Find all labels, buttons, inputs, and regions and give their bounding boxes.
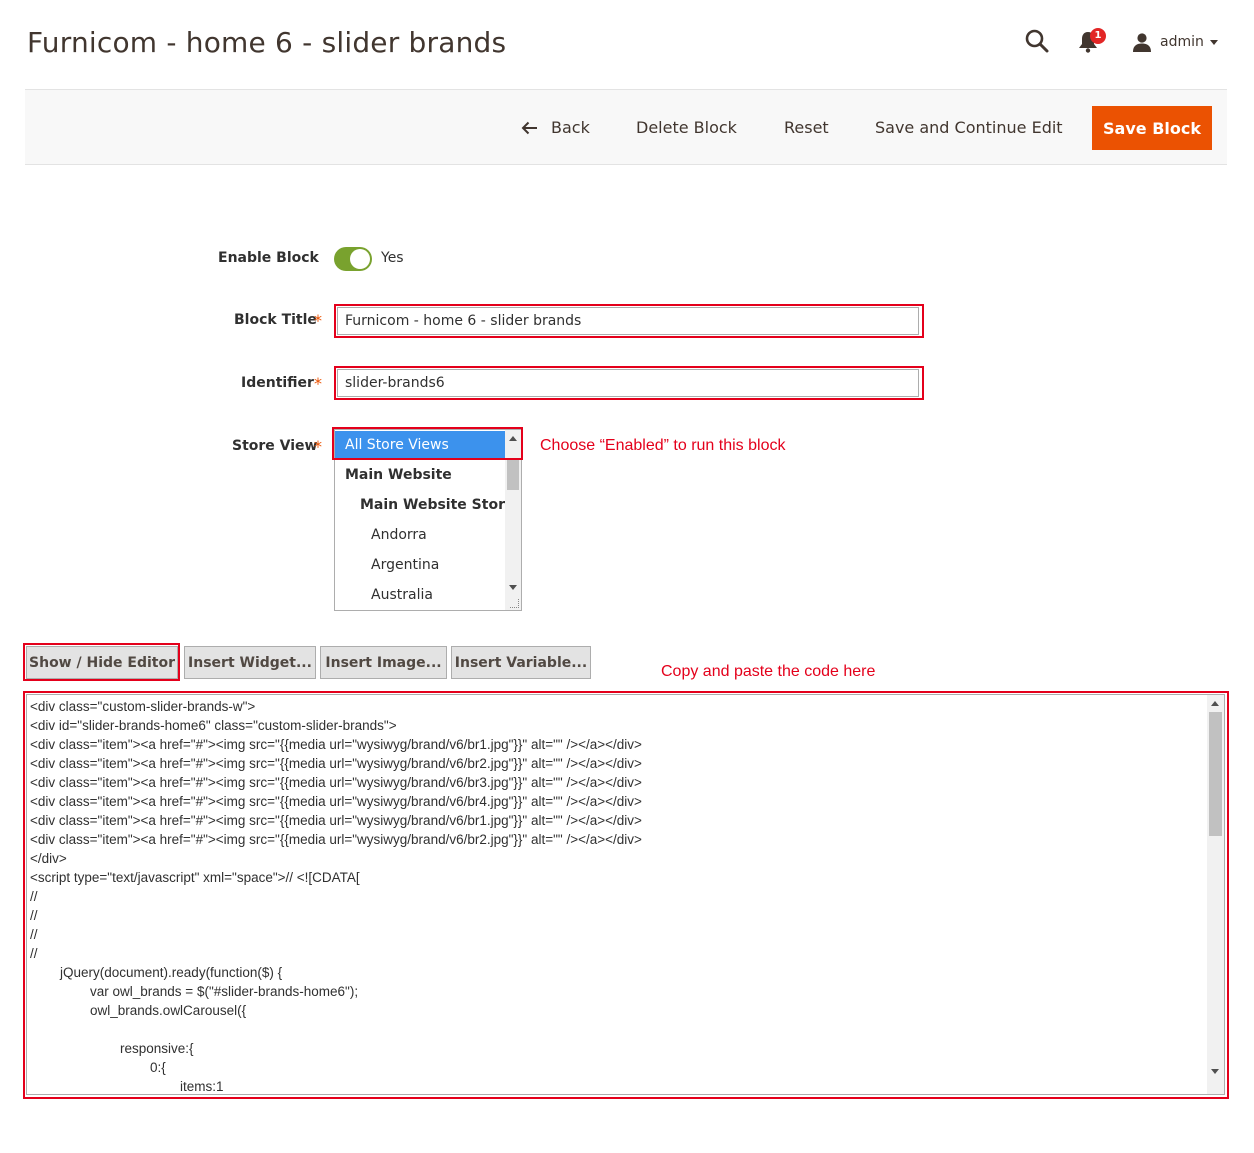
user-name: admin xyxy=(1160,34,1204,50)
page-actions-bar: Back Delete Block Reset Save and Continu… xyxy=(25,89,1227,165)
scrollbar-thumb[interactable] xyxy=(1209,712,1222,836)
user-menu[interactable]: admin xyxy=(1132,30,1218,54)
header-actions: 1 admin xyxy=(1020,26,1230,56)
reset-button[interactable]: Reset xyxy=(784,106,829,150)
identifier-input[interactable] xyxy=(337,369,919,397)
delete-block-button[interactable]: Delete Block xyxy=(636,106,737,150)
store-view-option-andorra[interactable]: Andorra xyxy=(335,520,521,550)
content-code[interactable]: <div class="custom-slider-brands-w"> <di… xyxy=(30,697,1205,1094)
required-icon: * xyxy=(314,437,322,456)
identifier-label: Identifier xyxy=(241,375,314,391)
required-icon: * xyxy=(314,311,322,330)
enable-block-label: Enable Block xyxy=(218,250,319,266)
store-view-option-australia[interactable]: Australia xyxy=(335,580,521,610)
store-view-option-argentina[interactable]: Argentina xyxy=(335,550,521,580)
scroll-down-icon[interactable] xyxy=(1211,1069,1219,1074)
store-view-option-main-website[interactable]: Main Website xyxy=(335,460,515,490)
required-icon: * xyxy=(314,374,322,393)
save-block-button[interactable]: Save Block xyxy=(1092,106,1212,150)
store-view-label: Store View xyxy=(232,438,318,454)
enable-block-toggle[interactable] xyxy=(334,247,372,271)
content-scrollbar[interactable] xyxy=(1207,695,1224,1094)
caret-down-icon xyxy=(1209,39,1218,45)
back-button[interactable]: Back xyxy=(521,106,590,150)
scroll-up-icon[interactable] xyxy=(1211,701,1219,706)
block-title-input[interactable] xyxy=(337,307,919,335)
code-annotation: Copy and paste the code here xyxy=(661,663,876,680)
user-icon xyxy=(1133,33,1151,52)
insert-widget-button[interactable]: Insert Widget... xyxy=(184,646,316,679)
search-icon[interactable] xyxy=(1024,28,1050,54)
resize-grip-icon[interactable] xyxy=(510,599,519,608)
store-view-annotation: Choose “Enabled” to run this block xyxy=(540,437,786,454)
back-label: Back xyxy=(551,118,590,137)
enable-block-value: Yes xyxy=(381,250,404,266)
store-view-option-all[interactable]: All Store Views xyxy=(335,431,515,459)
content-textarea[interactable]: <div class="custom-slider-brands-w"> <di… xyxy=(26,694,1225,1095)
scroll-up-icon[interactable] xyxy=(509,436,517,441)
show-hide-editor-button[interactable]: Show / Hide Editor xyxy=(26,646,178,679)
notification-badge[interactable]: 1 xyxy=(1090,28,1106,44)
save-and-continue-button[interactable]: Save and Continue Edit xyxy=(875,106,1063,150)
page-title: Furnicom - home 6 - slider brands xyxy=(27,26,507,59)
block-title-label: Block Title xyxy=(234,312,317,328)
arrow-left-icon xyxy=(521,121,537,135)
scroll-down-icon[interactable] xyxy=(509,585,517,590)
toggle-knob xyxy=(350,249,370,269)
insert-image-button[interactable]: Insert Image... xyxy=(320,646,447,679)
store-view-option-main-website-store[interactable]: Main Website Store xyxy=(335,490,521,520)
store-view-multiselect[interactable]: All Store Views Main Website Main Websit… xyxy=(334,429,522,611)
scrollbar-thumb[interactable] xyxy=(507,460,519,490)
store-view-scrollbar[interactable] xyxy=(505,430,521,610)
insert-variable-button[interactable]: Insert Variable... xyxy=(451,646,591,679)
